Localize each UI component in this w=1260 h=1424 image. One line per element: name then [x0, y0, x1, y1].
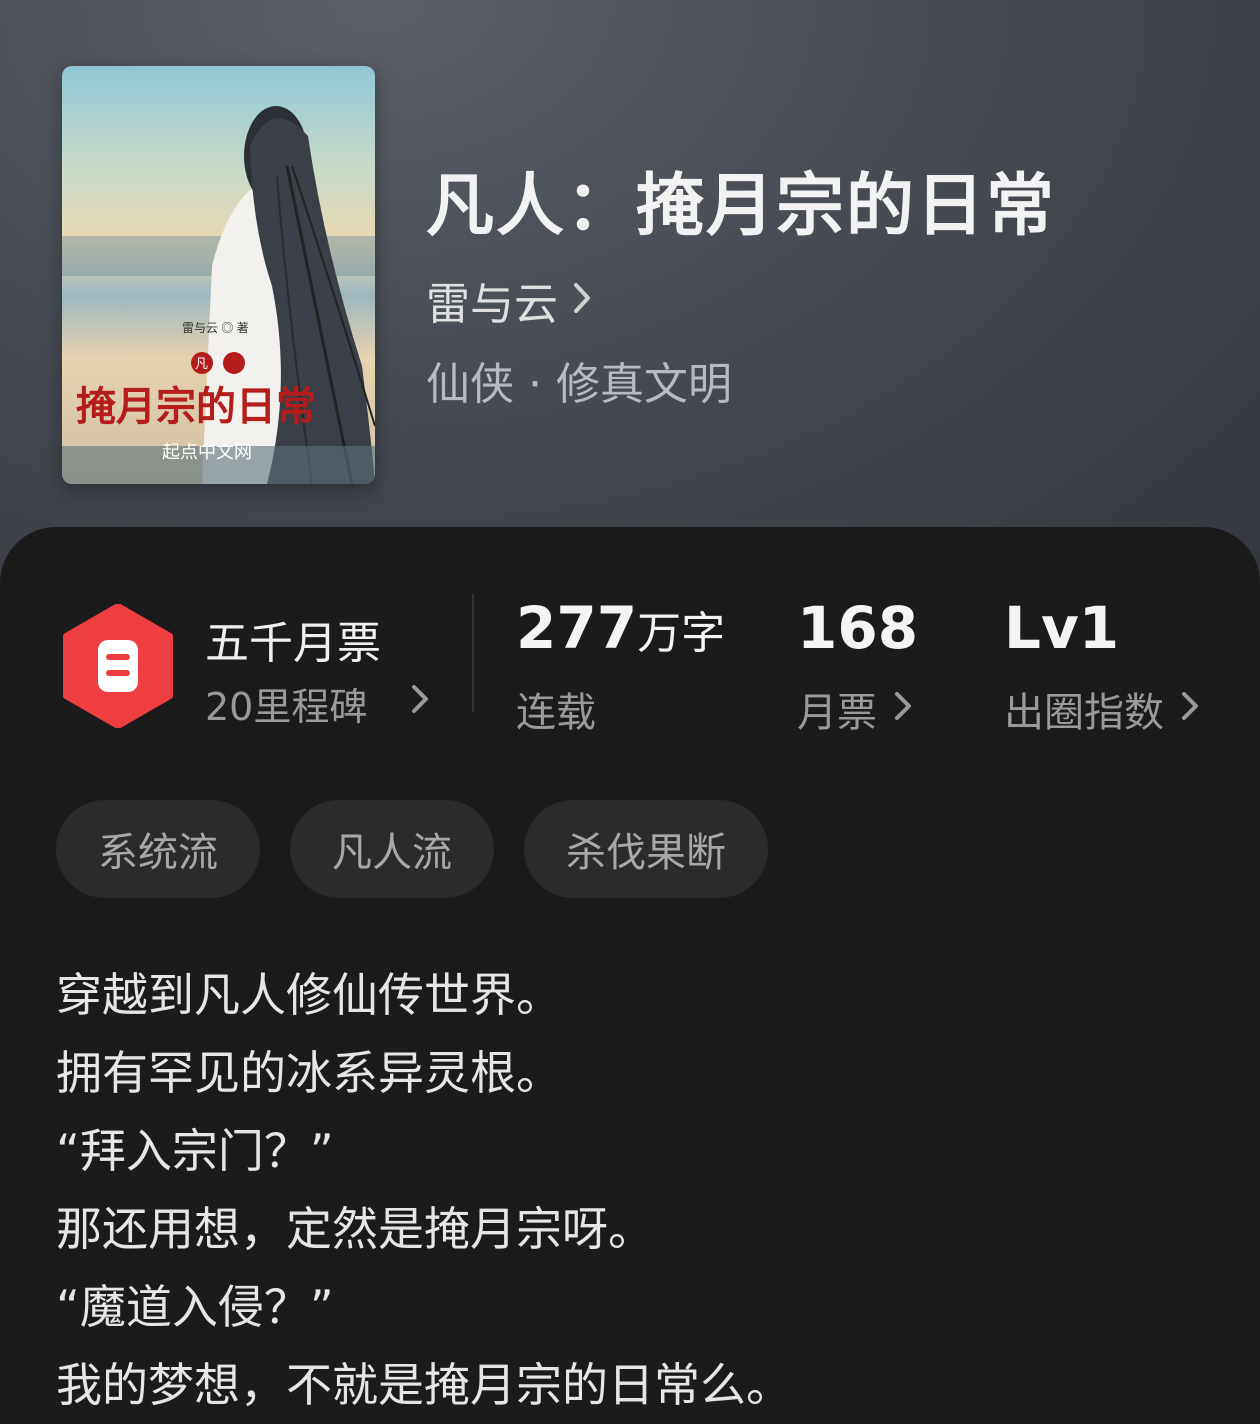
word-count-unit: 万字	[637, 608, 726, 659]
book-genre[interactable]: 仙侠 · 修真文明	[426, 348, 732, 412]
book-cover[interactable]: 雷与云 ◎ 著 凡 人 掩月宗的日常 起点中文网	[62, 66, 375, 484]
synopsis-line: 穿越到凡人修仙传世界。	[56, 968, 562, 1022]
cover-publisher-text: 起点中文网	[162, 442, 252, 462]
serial-status-label: 连载	[516, 690, 596, 736]
popularity-level-value: Lv1	[1004, 594, 1120, 662]
book-cover-art: 雷与云 ◎ 著 凡 人 掩月宗的日常 起点中文网	[62, 66, 375, 484]
tag-list: 系统流 凡人流 杀伐果断	[56, 800, 768, 898]
monthly-ticket-count: 168	[797, 594, 919, 662]
tag-chip[interactable]: 凡人流	[290, 800, 494, 898]
cover-pretitle-text: 凡 人	[195, 356, 224, 371]
book-synopsis[interactable]: 穿越到凡人修仙传世界。 拥有罕见的冰系异灵根。 “拜入宗门？” 那还用想，定然是…	[56, 956, 792, 1424]
monthly-ticket-badge-icon[interactable]	[62, 603, 174, 732]
chevron-right-icon	[572, 281, 592, 319]
tag-chip[interactable]: 系统流	[56, 800, 260, 898]
book-title: 凡人：掩月宗的日常	[426, 166, 1057, 246]
stats-divider	[472, 594, 474, 712]
cover-author-text: 雷与云 ◎ 著	[182, 321, 249, 335]
chevron-right-icon[interactable]	[410, 683, 430, 719]
synopsis-line: “拜入宗门？”	[56, 1124, 334, 1178]
milestone-subtitle[interactable]: 20里程碑	[205, 676, 367, 731]
synopsis-line: 我的梦想，不就是掩月宗的日常么。	[56, 1358, 792, 1412]
author-name: 雷与云	[426, 279, 558, 330]
cover-title-text: 掩月宗的日常	[76, 384, 316, 429]
author-link[interactable]: 雷与云	[426, 268, 592, 332]
synopsis-line: “魔道入侵？”	[56, 1280, 334, 1334]
word-count-value: 277万字	[516, 594, 726, 662]
milestone-title[interactable]: 五千月票	[205, 607, 381, 671]
chevron-right-icon	[1180, 686, 1200, 732]
chevron-right-icon	[893, 686, 913, 732]
synopsis-line: 拥有罕见的冰系异灵根。	[56, 1046, 562, 1100]
monthly-ticket-link[interactable]: 月票	[797, 680, 913, 738]
synopsis-line: 那还用想，定然是掩月宗呀。	[56, 1202, 654, 1256]
popularity-index-link[interactable]: 出圈指数	[1004, 680, 1200, 738]
tag-chip[interactable]: 杀伐果断	[524, 800, 768, 898]
